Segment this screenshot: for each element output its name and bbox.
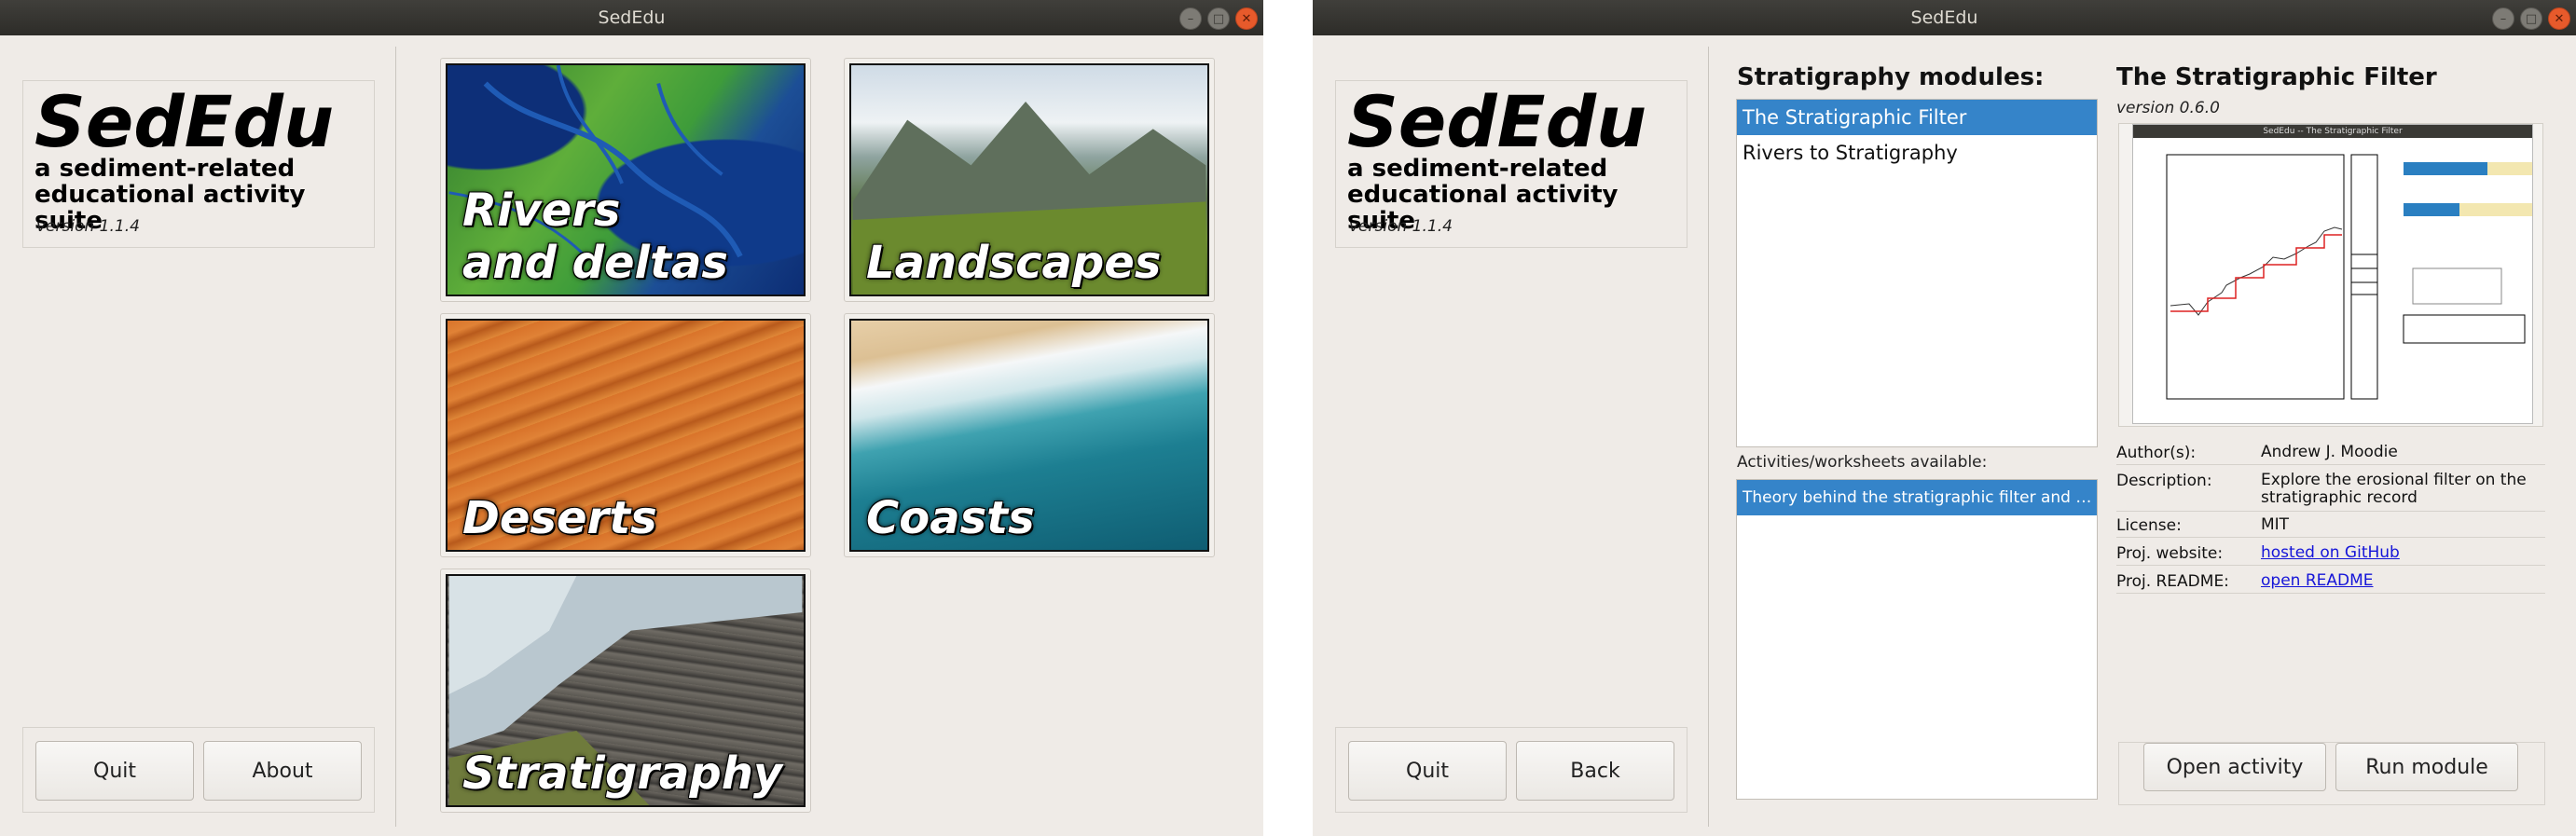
tile-label: Rivers and deltas xyxy=(462,185,728,289)
module-preview-image: SedEdu -- The Stratigraphic Filter xyxy=(2132,124,2533,424)
preview-plot-graphic xyxy=(2166,154,2532,400)
module-title: The Stratigraphic Filter xyxy=(2116,63,2437,91)
window-titlebar[interactable]: SedEdu – □ ✕ xyxy=(0,0,1263,35)
tile-label: Landscapes xyxy=(866,237,1162,289)
brand-panel: SedEdu a sediment-related educational ac… xyxy=(1335,80,1687,248)
button-panel: Quit About xyxy=(22,727,375,813)
meta-value: MIT xyxy=(2261,515,2290,534)
close-icon[interactable]: ✕ xyxy=(1235,7,1258,30)
website-link[interactable]: hosted on GitHub xyxy=(2261,544,2541,562)
window-titlebar[interactable]: SedEdu – □ ✕ xyxy=(1313,0,2576,35)
meta-key: Proj. README: xyxy=(2116,572,2229,591)
tile-label: Stratigraphy xyxy=(462,747,783,800)
category-tile-deserts[interactable]: Deserts xyxy=(440,313,811,557)
meta-row-author: Author(s): Andrew J. Moodie xyxy=(2116,444,2545,466)
meta-key: Description: xyxy=(2116,472,2212,490)
activities-list[interactable]: Theory behind the stratigraphic filter a… xyxy=(1736,479,2098,800)
sededu-main-window: SedEdu – □ ✕ SedEdu a sediment-related e… xyxy=(0,0,1263,836)
minimize-icon[interactable]: – xyxy=(2492,7,2514,30)
separator xyxy=(2116,511,2545,512)
meta-value: Andrew J. Moodie xyxy=(2261,443,2398,461)
run-module-button[interactable]: Run module xyxy=(2335,743,2518,791)
readme-link[interactable]: open README xyxy=(2261,572,2541,590)
divider xyxy=(395,47,396,827)
about-button[interactable]: About xyxy=(203,741,362,801)
meta-row-license: License: MIT xyxy=(2116,516,2545,539)
list-item-module[interactable]: The Stratigraphic Filter xyxy=(1737,100,2097,135)
maximize-icon[interactable]: □ xyxy=(1207,7,1230,30)
list-item-module[interactable]: Rivers to Stratigraphy xyxy=(1737,135,2097,171)
meta-key: License: xyxy=(2116,516,2182,535)
category-tile-landscapes[interactable]: Landscapes xyxy=(844,58,1215,302)
maximize-icon[interactable]: □ xyxy=(2520,7,2542,30)
modules-heading: Stratigraphy modules: xyxy=(1737,63,2045,91)
separator xyxy=(2116,565,2545,566)
close-icon[interactable]: ✕ xyxy=(2548,7,2570,30)
list-item-activity[interactable]: Theory behind the stratigraphic filter a… xyxy=(1737,480,2097,515)
modules-list[interactable]: The Stratigraphic Filter Rivers to Strat… xyxy=(1736,99,2098,447)
brand-version: version 1.1.4 xyxy=(1349,217,1453,236)
meta-row-description: Description: Explore the erosional filte… xyxy=(2116,471,2545,512)
tile-label: Coasts xyxy=(866,492,1035,544)
brand-version: version 1.1.4 xyxy=(36,217,140,236)
separator xyxy=(2116,593,2545,594)
brand-subtitle-line: a sediment-related xyxy=(34,155,296,183)
back-button[interactable]: Back xyxy=(1516,741,1674,801)
window-title: SedEdu xyxy=(598,7,666,28)
meta-row-website: Proj. website: hosted on GitHub xyxy=(2116,544,2545,567)
brand-subtitle-line: a sediment-related xyxy=(1347,155,1608,183)
category-tile-coasts[interactable]: Coasts xyxy=(844,313,1215,557)
meta-key: Author(s): xyxy=(2116,444,2197,462)
brand-title: SedEdu xyxy=(34,80,335,163)
quit-button[interactable]: Quit xyxy=(35,741,194,801)
button-panel: Quit Back xyxy=(1335,727,1687,813)
module-version: version 0.6.0 xyxy=(2116,99,2220,117)
brand-panel: SedEdu a sediment-related educational ac… xyxy=(22,80,375,248)
preview-window-title: SedEdu -- The Stratigraphic Filter xyxy=(2133,125,2532,138)
tile-label: Deserts xyxy=(462,492,657,544)
category-tile-rivers[interactable]: Rivers and deltas xyxy=(440,58,811,302)
category-tile-stratigraphy[interactable]: Stratigraphy xyxy=(440,569,811,813)
separator xyxy=(2116,537,2545,538)
action-button-panel: Open activity Run module xyxy=(2118,742,2545,805)
module-preview-frame: SedEdu -- The Stratigraphic Filter xyxy=(2118,123,2543,427)
meta-row-readme: Proj. README: open README xyxy=(2116,572,2545,595)
brand-title: SedEdu xyxy=(1347,80,1647,163)
separator xyxy=(2116,464,2545,465)
quit-button[interactable]: Quit xyxy=(1348,741,1507,801)
activities-label: Activities/worksheets available: xyxy=(1737,453,1988,472)
window-title: SedEdu xyxy=(1910,7,1978,28)
meta-value: Explore the erosional filter on the stra… xyxy=(2261,471,2527,507)
open-activity-button[interactable]: Open activity xyxy=(2143,743,2326,791)
divider xyxy=(1708,47,1709,827)
meta-key: Proj. website: xyxy=(2116,544,2224,563)
minimize-icon[interactable]: – xyxy=(1179,7,1202,30)
